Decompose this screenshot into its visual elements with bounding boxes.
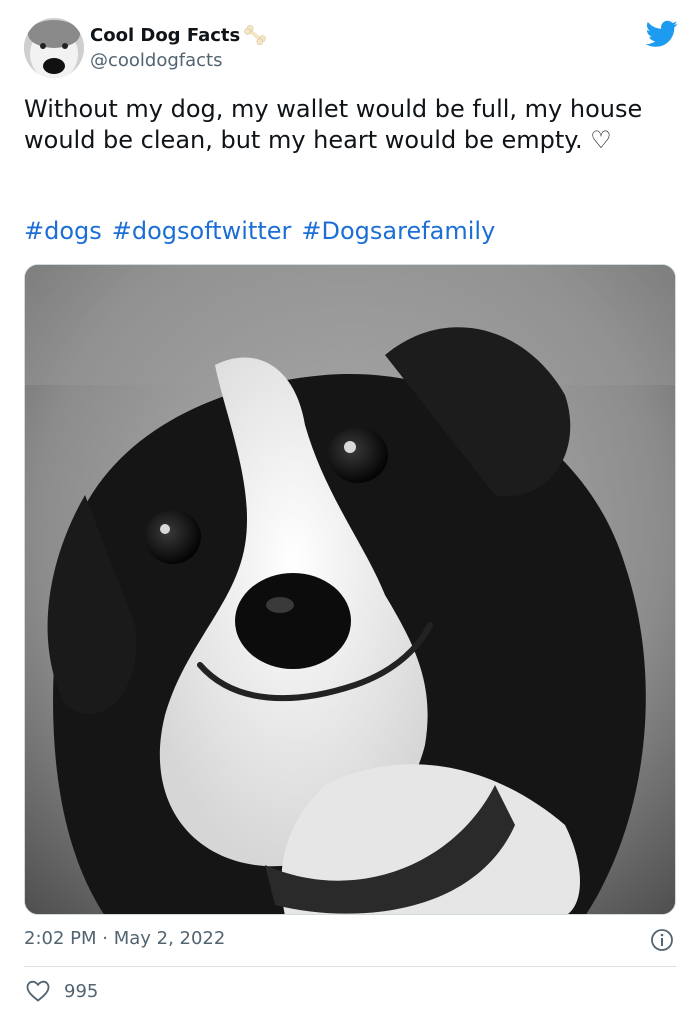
hashtag-link[interactable]: #Dogsarefamily (301, 216, 495, 247)
hashtag-link[interactable]: #dogsoftwitter (112, 216, 292, 247)
divider (24, 966, 676, 967)
tweet-card: Cool Dog Facts @cooldogfacts Without my … (0, 0, 700, 1019)
tweet-text: Without my dog, my wallet would be full,… (24, 95, 643, 154)
twitter-bird-icon[interactable] (646, 20, 678, 48)
author-handle[interactable]: @cooldogfacts (90, 50, 223, 71)
like-count: 995 (64, 980, 99, 1002)
author-display-name[interactable]: Cool Dog Facts (90, 25, 240, 46)
avatar[interactable] (24, 18, 84, 78)
tweet-photo[interactable] (24, 264, 676, 915)
info-icon[interactable] (650, 928, 674, 952)
author-name-row[interactable]: Cool Dog Facts (90, 22, 268, 48)
heart-outline-icon (26, 980, 50, 1002)
hashtag-link[interactable]: #dogs (24, 216, 102, 247)
like-button[interactable]: 995 (26, 980, 98, 1002)
bone-icon (244, 25, 266, 45)
tweet-timestamp[interactable]: 2:02 PM · May 2, 2022 (24, 928, 225, 949)
hashtag-list: #dogs #dogsoftwitter #Dogsarefamily (24, 216, 495, 247)
